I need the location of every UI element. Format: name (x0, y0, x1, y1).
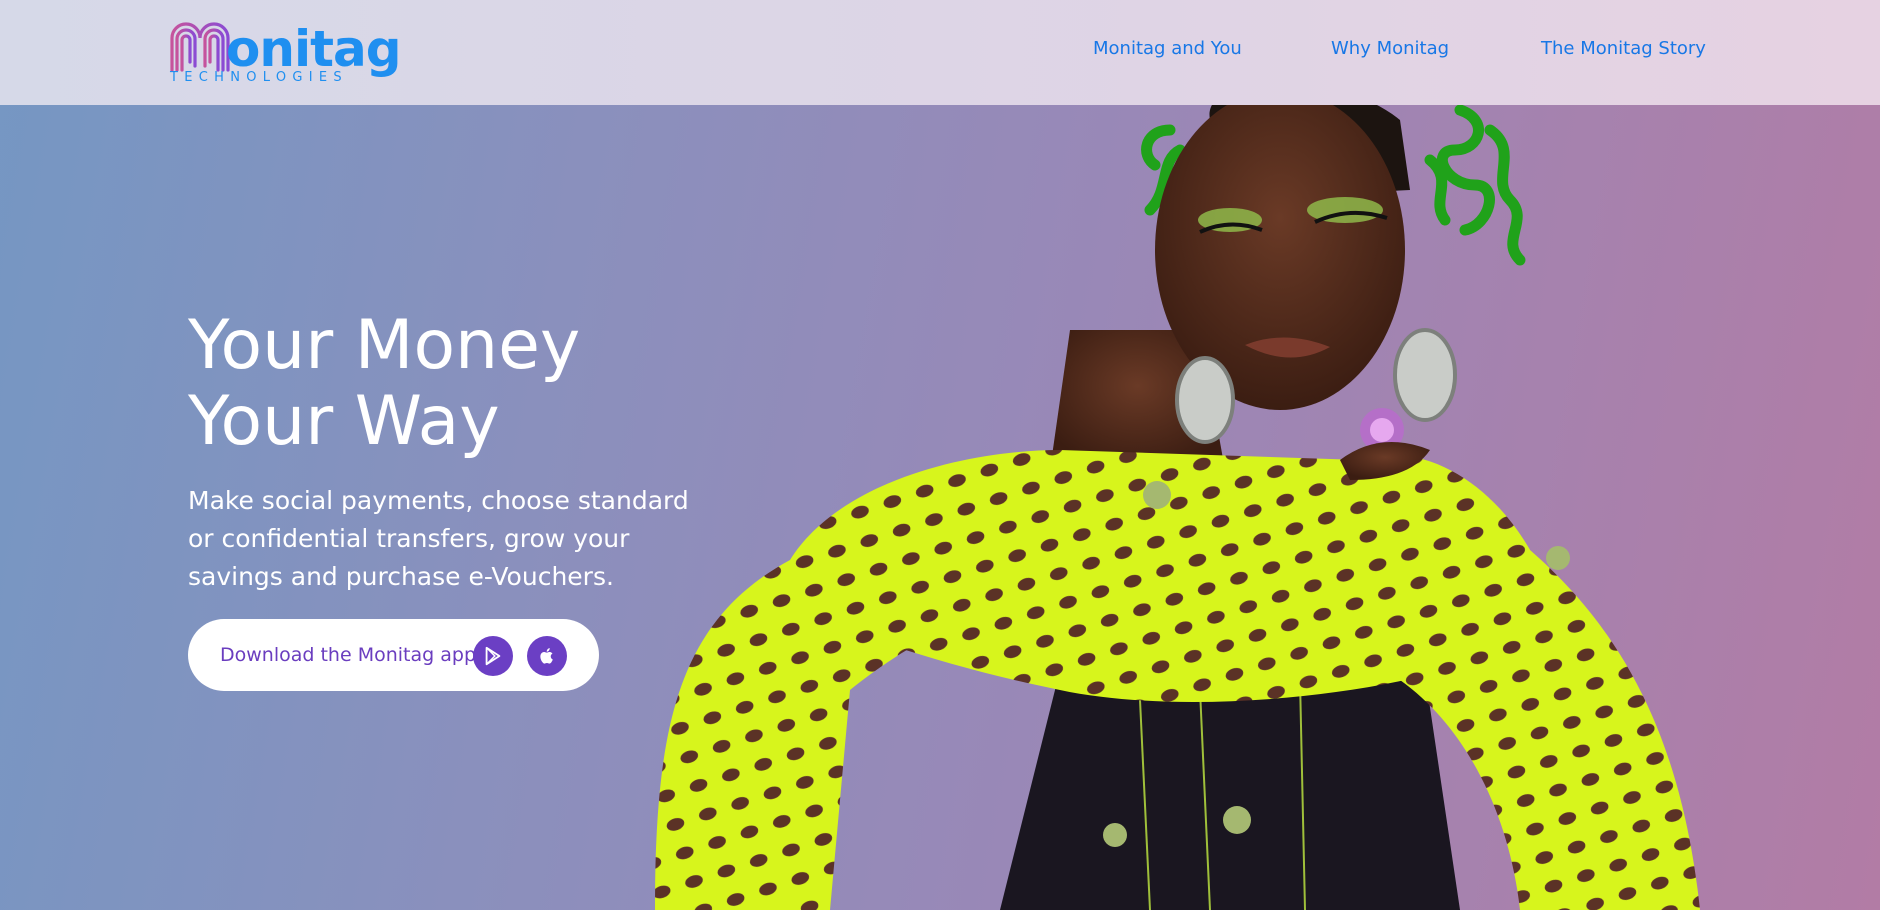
download-app-button[interactable]: Download the Monitag app (188, 619, 599, 691)
hero-title-line-2: Your Way (188, 382, 500, 461)
hero-title: Your Money Your Way (188, 308, 708, 460)
hero-title-line-1: Your Money (188, 306, 581, 385)
monitag-fingerprint-m-icon (170, 22, 230, 72)
nav-monitag-story[interactable]: The Monitag Story (1541, 38, 1706, 59)
google-play-button[interactable] (473, 636, 513, 676)
hero-subtitle: Make social payments, choose standard or… (188, 486, 689, 591)
site-header: onitag TECHNOLOGIES Monitag and You Why … (0, 0, 1880, 105)
app-store-button[interactable] (527, 636, 567, 676)
page: onitag TECHNOLOGIES Monitag and You Why … (0, 0, 1880, 910)
nav-monitag-and-you[interactable]: Monitag and You (1093, 38, 1242, 59)
hero-photo (655, 82, 1700, 910)
monitag-logo[interactable]: onitag TECHNOLOGIES (168, 20, 402, 88)
nav-why-monitag[interactable]: Why Monitag (1331, 38, 1449, 59)
download-app-label: Download the Monitag app (220, 644, 476, 666)
apple-icon (540, 648, 553, 664)
logo-subtitle: TECHNOLOGIES (170, 70, 348, 85)
google-play-icon (485, 646, 501, 666)
